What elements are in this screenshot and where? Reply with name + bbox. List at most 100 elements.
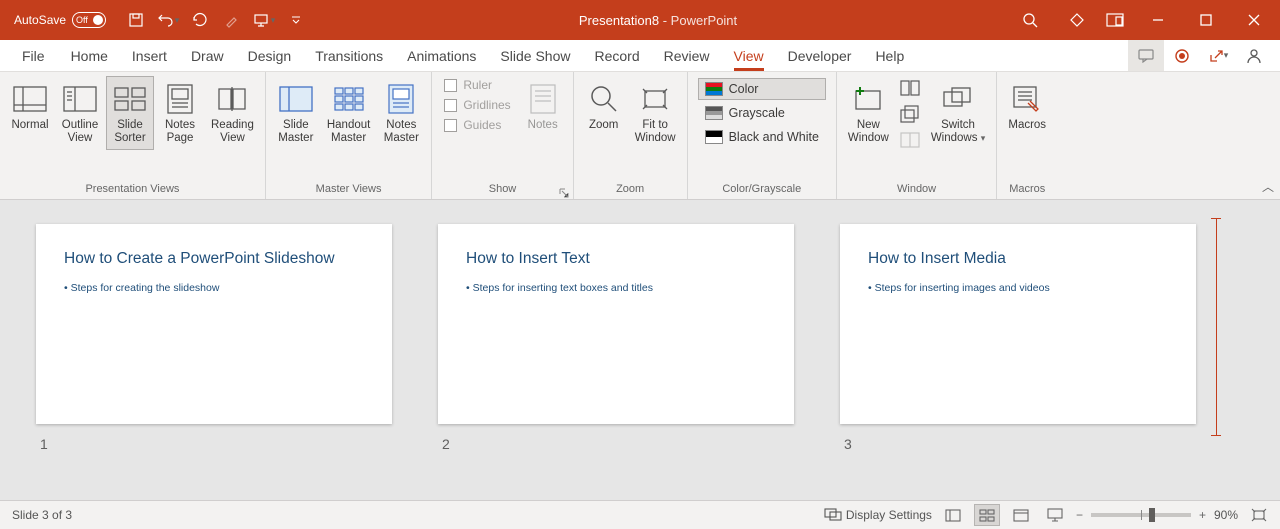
slide-thumb-3[interactable]: How to Insert Media Steps for inserting … bbox=[840, 224, 1196, 424]
slide-number: 1 bbox=[40, 436, 48, 452]
tab-file[interactable]: File bbox=[8, 40, 59, 71]
zoom-label: Zoom bbox=[589, 117, 618, 132]
cascade-icon[interactable] bbox=[900, 105, 920, 128]
fit-to-window-button[interactable]: Fit to Window bbox=[630, 76, 681, 150]
group-label: Zoom bbox=[580, 181, 681, 199]
handout-master-button[interactable]: Handout Master bbox=[322, 76, 375, 150]
zoom-slider-thumb[interactable] bbox=[1149, 508, 1155, 522]
undo-icon[interactable]: ▾ bbox=[156, 8, 180, 32]
notes-page-button[interactable]: Notes Page bbox=[156, 76, 204, 150]
bw-mode-button[interactable]: Black and White bbox=[698, 126, 826, 148]
tab-transitions[interactable]: Transitions bbox=[303, 40, 395, 71]
slide-thumb-2[interactable]: How to Insert Text Steps for inserting t… bbox=[438, 224, 794, 424]
new-window-button[interactable]: New Window bbox=[843, 76, 894, 150]
zoom-level[interactable]: 90% bbox=[1214, 508, 1238, 522]
fit-to-window-status-icon[interactable] bbox=[1246, 504, 1272, 526]
tab-slideshow[interactable]: Slide Show bbox=[488, 40, 582, 71]
slide-sorter-button[interactable]: Slide Sorter bbox=[106, 76, 154, 150]
autosave-toggle[interactable]: AutoSave Off bbox=[0, 12, 116, 28]
chevron-down-icon[interactable]: ▾ bbox=[271, 15, 276, 26]
group-label: Show bbox=[438, 181, 566, 199]
tab-home[interactable]: Home bbox=[59, 40, 120, 71]
reading-view-button[interactable]: Reading View bbox=[206, 76, 259, 150]
toggle-track: Off bbox=[72, 12, 106, 28]
customize-qat-icon[interactable] bbox=[284, 8, 308, 32]
slide-master-button[interactable]: Slide Master bbox=[272, 76, 320, 150]
comments-button[interactable] bbox=[1128, 40, 1164, 71]
tab-help[interactable]: Help bbox=[863, 40, 916, 71]
slide-bullet: Steps for creating the slideshow bbox=[64, 282, 364, 294]
dialog-launcher-icon[interactable] bbox=[559, 185, 571, 197]
search-icon bbox=[1022, 12, 1038, 28]
maximize-button[interactable] bbox=[1184, 5, 1228, 35]
arrange-all-icon[interactable] bbox=[900, 80, 920, 101]
switch-windows-button[interactable]: Switch Windows ▾ bbox=[926, 76, 990, 150]
search-button[interactable] bbox=[1000, 12, 1060, 28]
window-title: Presentation8 - PowerPoint bbox=[316, 13, 1000, 28]
share-button[interactable]: ▾ bbox=[1200, 40, 1236, 71]
group-zoom: Zoom Fit to Window Zoom bbox=[574, 72, 688, 199]
group-macros: Macros Macros bbox=[997, 72, 1057, 199]
color-mode-button[interactable]: Color bbox=[698, 78, 826, 100]
color-swatch-icon bbox=[705, 82, 723, 96]
fit-to-window-icon bbox=[636, 81, 674, 117]
tab-record[interactable]: Record bbox=[582, 40, 651, 71]
ribbon-display-icon[interactable] bbox=[1098, 5, 1132, 35]
slide-sorter-area[interactable]: How to Create a PowerPoint Slideshow Ste… bbox=[0, 200, 1280, 500]
ruler-checkbox[interactable]: Ruler bbox=[442, 76, 512, 94]
save-icon[interactable] bbox=[124, 8, 148, 32]
slide-counter[interactable]: Slide 3 of 3 bbox=[0, 508, 84, 522]
tab-insert[interactable]: Insert bbox=[120, 40, 179, 71]
macros-icon bbox=[1008, 81, 1046, 117]
outline-view-button[interactable]: Outline View bbox=[56, 76, 104, 150]
toggle-knob bbox=[93, 15, 103, 25]
slide-sorter-status-icon[interactable] bbox=[974, 504, 1000, 526]
collapse-ribbon-icon[interactable]: ︿ bbox=[1262, 178, 1274, 195]
redo-icon[interactable] bbox=[188, 8, 212, 32]
slide-sorter-icon bbox=[111, 81, 149, 117]
slide-master-icon bbox=[277, 81, 315, 117]
tab-view[interactable]: View bbox=[722, 40, 776, 71]
slide-sorter-label: Slide Sorter bbox=[114, 117, 145, 145]
autosave-label: AutoSave bbox=[14, 13, 66, 27]
normal-view-button[interactable]: Normal bbox=[6, 76, 54, 137]
diamond-icon[interactable] bbox=[1060, 5, 1094, 35]
start-from-beginning-icon[interactable]: ▾ bbox=[252, 8, 276, 32]
display-settings-button[interactable]: Display Settings bbox=[824, 508, 932, 522]
grayscale-mode-button[interactable]: Grayscale bbox=[698, 102, 826, 124]
group-master-views: Slide Master Handout Master Notes Master… bbox=[266, 72, 432, 199]
outline-view-icon bbox=[61, 81, 99, 117]
zoom-out-button[interactable]: − bbox=[1076, 508, 1083, 522]
notes-master-button[interactable]: Notes Master bbox=[377, 76, 425, 150]
zoom-in-button[interactable]: + bbox=[1199, 508, 1206, 522]
slideshow-status-icon[interactable] bbox=[1042, 504, 1068, 526]
tab-design[interactable]: Design bbox=[236, 40, 304, 71]
new-window-icon bbox=[849, 81, 887, 117]
chevron-down-icon[interactable]: ▾ bbox=[175, 15, 180, 26]
zoom-button[interactable]: Zoom bbox=[580, 76, 628, 137]
tab-animations[interactable]: Animations bbox=[395, 40, 488, 71]
normal-view-status-icon[interactable] bbox=[940, 504, 966, 526]
display-settings-icon bbox=[824, 508, 842, 522]
move-split-icon bbox=[900, 132, 920, 153]
tab-review[interactable]: Review bbox=[652, 40, 722, 71]
group-label: Macros bbox=[1003, 181, 1051, 199]
close-button[interactable] bbox=[1232, 5, 1276, 35]
slide-thumb-1[interactable]: How to Create a PowerPoint Slideshow Ste… bbox=[36, 224, 392, 424]
gridlines-checkbox[interactable]: Gridlines bbox=[442, 96, 512, 114]
zoom-slider[interactable] bbox=[1091, 513, 1191, 517]
record-button[interactable] bbox=[1164, 40, 1200, 71]
minimize-button[interactable] bbox=[1136, 5, 1180, 35]
reading-view-status-icon[interactable] bbox=[1008, 504, 1034, 526]
switch-windows-label: Switch Windows bbox=[931, 119, 978, 144]
chevron-down-icon[interactable]: ▾ bbox=[1224, 50, 1229, 61]
tab-draw[interactable]: Draw bbox=[179, 40, 236, 71]
gridlines-label: Gridlines bbox=[463, 98, 510, 112]
guides-checkbox[interactable]: Guides bbox=[442, 116, 512, 134]
tab-developer[interactable]: Developer bbox=[776, 40, 864, 71]
window-controls bbox=[1060, 5, 1280, 35]
group-label: Color/Grayscale bbox=[694, 181, 830, 199]
macros-button[interactable]: Macros bbox=[1003, 76, 1051, 137]
account-icon[interactable] bbox=[1236, 40, 1272, 71]
status-bar: Slide 3 of 3 Display Settings − + 90% bbox=[0, 500, 1280, 529]
